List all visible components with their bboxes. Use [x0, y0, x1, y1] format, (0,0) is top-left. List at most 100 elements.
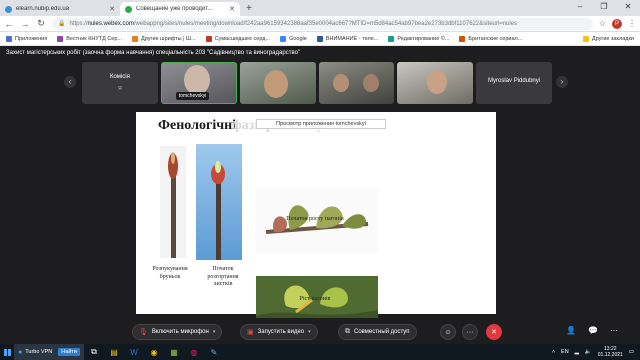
chrome-icon[interactable]: ◉: [144, 344, 164, 360]
word-icon[interactable]: W: [124, 344, 144, 360]
mic-off-icon: 🎙: [139, 329, 148, 336]
video-button[interactable]: ▣ Запустить видео ▾: [240, 324, 318, 340]
close-tab-icon[interactable]: ✕: [109, 5, 115, 13]
url-text: https://nules.webex.com/webappng/sites/n…: [69, 20, 518, 27]
share-button[interactable]: ⧉ Совместный доступ: [338, 324, 417, 340]
camera-off-icon: ▣: [247, 329, 254, 336]
maximize-button[interactable]: ❐: [592, 0, 616, 14]
new-tab-button[interactable]: +: [240, 2, 258, 16]
caption-shoot-growth: Ріст пагонів: [299, 296, 331, 302]
globe-icon: [5, 5, 12, 13]
network-icon[interactable]: ▂: [575, 349, 579, 355]
caption-leaf-unfolding: Початок розгортання листків: [207, 266, 239, 287]
forward-arrow-icon[interactable]: →: [20, 19, 30, 29]
bookmark-apps[interactable]: Приложения: [6, 35, 47, 42]
participant-tile[interactable]: [397, 62, 474, 104]
file-explorer-icon[interactable]: ▤: [104, 344, 124, 360]
mute-button[interactable]: 🎙 Включить микрофон ▾: [132, 324, 223, 340]
share-screen-icon: ⧉: [345, 328, 350, 335]
clock[interactable]: 13:22 01.12.2021: [598, 346, 623, 358]
browser-tab-bar: elearn.nubip.edu.ua ✕ Совещание уже пров…: [0, 0, 640, 16]
paint-icon[interactable]: ✎: [204, 344, 224, 360]
participant-tile[interactable]: [318, 62, 395, 104]
participant-name-tag: tomchevskyi: [175, 92, 210, 100]
bud-swelling-photo: [160, 146, 186, 258]
bookmarks-bar: Приложения Вестник КНУТД Сер... Другие ш…: [0, 32, 640, 46]
chevron-down-icon[interactable]: ▾: [308, 329, 311, 335]
tab-title: elearn.nubip.edu.ua: [16, 6, 70, 12]
participant-video: [332, 74, 349, 92]
bookmark-item[interactable]: Вестник КНУТД Сер...: [57, 35, 122, 42]
more-panels-icon[interactable]: ⋯: [610, 326, 618, 335]
windows-start-icon[interactable]: [0, 344, 14, 360]
shared-slide: Фенологічні фази розвитку Просмотр прило…: [136, 112, 496, 336]
task-view-icon[interactable]: ⧉: [84, 344, 104, 360]
chat-icon[interactable]: 💬: [588, 326, 598, 335]
photo-icon[interactable]: ▦: [164, 344, 184, 360]
participant-tile[interactable]: tomchevskyi: [160, 62, 237, 104]
caption-bud-swelling: Розпукування бруньок: [152, 266, 188, 280]
notifications-icon[interactable]: ▭: [629, 349, 634, 355]
participant-video: [263, 70, 288, 98]
vpn-label: Turbo VPN: [25, 349, 53, 355]
webex-taskbar-icon[interactable]: ◍: [184, 344, 204, 360]
menu-kebab-icon[interactable]: ⋮: [628, 19, 636, 28]
view-app-tooltip: Просмотр приложения tomchevskyi: [256, 119, 386, 129]
window-controls: – ❐ ✕: [568, 0, 640, 14]
share-label: Совместный доступ: [354, 329, 410, 335]
bookmark-item[interactable]: Британские сериал...: [459, 35, 522, 42]
reload-icon[interactable]: ↻: [36, 18, 46, 29]
leave-meeting-button[interactable]: ✕: [486, 324, 502, 340]
participants-prev-arrow[interactable]: ‹: [64, 76, 76, 88]
vpn-search-button[interactable]: Найти: [58, 348, 80, 356]
bookmark-item[interactable]: Редактирование ©...: [388, 35, 449, 42]
profile-avatar[interactable]: P: [612, 18, 622, 29]
participant-name: Комісія: [109, 74, 130, 80]
participant-video: [427, 70, 448, 94]
system-tray: ˄ EN ▂ 🔈 13:22 01.12.2021 ▭: [552, 346, 640, 358]
participants-icon[interactable]: 👤: [566, 326, 576, 335]
slide-title: Фенологічні: [158, 118, 237, 133]
bookmark-item[interactable]: Сумасшедшее серд...: [205, 35, 270, 42]
participant-strip: Комісія Я tomchevskyi Myroslav Piddubnyi: [82, 62, 552, 104]
tab-title: Совещание уже проводит...: [136, 6, 213, 12]
more-options-button[interactable]: ···: [462, 324, 478, 340]
participant-tile[interactable]: [239, 62, 316, 104]
participant-tile[interactable]: Myroslav Piddubnyi: [476, 62, 552, 104]
bookmark-item[interactable]: ВНИМАНИЕ - теле...: [316, 35, 378, 42]
clock-date: 01.12.2021: [597, 352, 623, 358]
participant-video: [362, 74, 379, 92]
taskbar-turbo-vpn[interactable]: ● Turbo VPN Найти: [14, 344, 84, 360]
leaf-unfolding-photo: [196, 144, 242, 260]
url-input[interactable]: 🔒 https://nules.webex.com/webappng/sites…: [52, 17, 593, 30]
address-bar-row: ← → ↻ 🔒 https://nules.webex.com/webappng…: [0, 16, 640, 32]
back-arrow-icon[interactable]: ←: [4, 19, 14, 29]
video-label: Запустить видео: [257, 329, 305, 335]
webex-icon: [125, 5, 132, 13]
lock-icon: 🔒: [58, 21, 66, 27]
minimize-button[interactable]: –: [568, 0, 592, 14]
tab-elearn[interactable]: elearn.nubip.edu.ua ✕: [0, 2, 120, 16]
caption-shoot-start: Початок росту пагонів: [286, 216, 344, 222]
meeting-controls: 🎙 Включить микрофон ▾ ▣ Запустить видео …: [0, 318, 640, 344]
volume-icon[interactable]: 🔈: [585, 349, 592, 355]
bookmark-star-icon[interactable]: ☆: [599, 19, 606, 28]
vpn-icon: ●: [18, 348, 23, 356]
chevron-down-icon[interactable]: ▾: [213, 329, 216, 335]
windows-taskbar: ● Turbo VPN Найти ⧉ ▤ W ◉ ▦ ◍ ✎ ˄ EN ▂ 🔈…: [0, 344, 640, 360]
reactions-button[interactable]: ☺: [440, 324, 456, 340]
tray-chevron-icon[interactable]: ˄: [552, 349, 555, 355]
bookmark-item[interactable]: Google: [280, 35, 307, 42]
close-tab-icon[interactable]: ✕: [229, 5, 235, 13]
close-window-button[interactable]: ✕: [616, 0, 640, 14]
bookmark-item[interactable]: Другие шрифты | Ш...: [132, 35, 196, 42]
tab-webex-meeting[interactable]: Совещание уже проводит... ✕: [120, 2, 240, 16]
mute-label: Включить микрофон: [151, 329, 209, 335]
language-indicator[interactable]: EN: [561, 349, 569, 355]
participants-next-arrow[interactable]: ›: [556, 76, 568, 88]
bookmark-other[interactable]: Другие закладки: [582, 35, 634, 42]
participant-sub: Я: [118, 86, 122, 92]
participant-video: [183, 65, 210, 95]
participant-tile[interactable]: Комісія Я: [82, 62, 158, 104]
meeting-title: Захист магістерських робіт (заочна форма…: [6, 50, 301, 56]
